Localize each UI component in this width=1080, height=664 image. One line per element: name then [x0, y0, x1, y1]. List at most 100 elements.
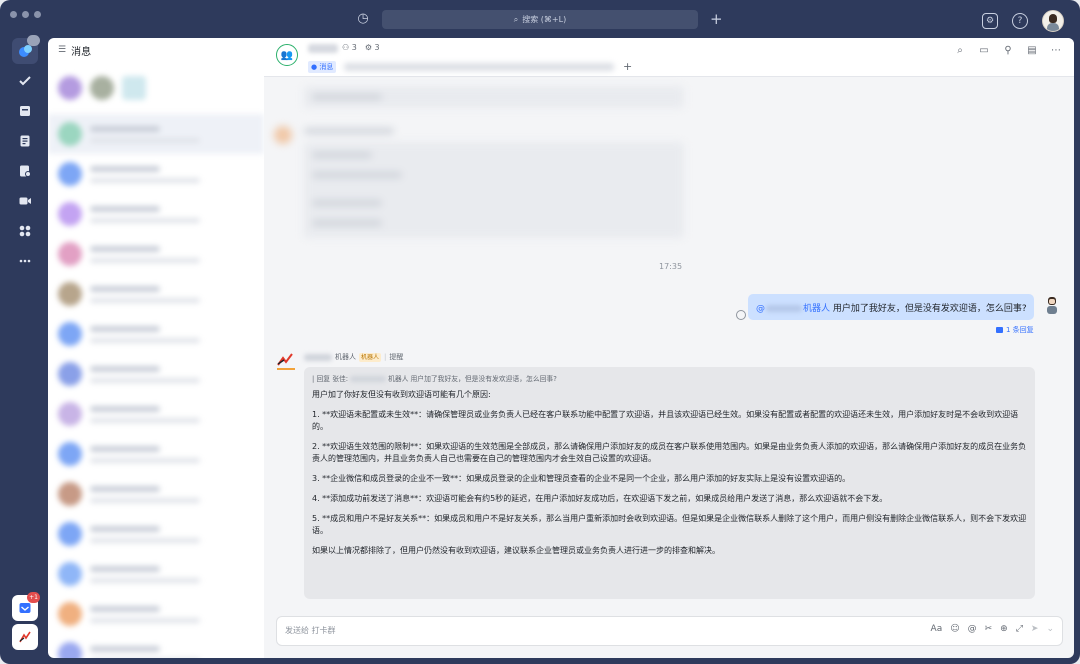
calendar-icon[interactable] — [12, 98, 38, 124]
bot-name-blurred — [304, 353, 332, 361]
search-icon: ⌕ — [513, 14, 519, 24]
add-tab-icon[interactable]: + — [623, 60, 632, 73]
history-messages-blurred — [274, 86, 694, 246]
list-item[interactable] — [48, 154, 264, 194]
avatar — [58, 242, 82, 266]
add-member-icon[interactable]: ⚲ — [1002, 44, 1014, 56]
title-bar: ◷ ⌕ 搜索 (⌘+L) + ⚙ ? — [0, 0, 1080, 38]
mention-icon[interactable]: @ — [968, 624, 977, 634]
plus-icon[interactable]: + — [710, 10, 723, 28]
window-controls — [10, 11, 41, 18]
zoom-window-button[interactable] — [34, 11, 41, 18]
chat-header-tools: ⌕ ▭ ⚲ ▤ ⋯ — [954, 44, 1062, 56]
time-divider: 17:35 — [659, 262, 683, 271]
left-rail: +1 — [6, 35, 44, 658]
text-format-icon[interactable]: Aa — [931, 624, 943, 634]
list-item[interactable] — [48, 234, 264, 274]
search-chat-icon[interactable]: ⌕ — [954, 44, 966, 56]
clock-history-icon[interactable]: ◷ — [356, 12, 370, 26]
input-toolbar: Aa ☺ @ ✂ ⊕ ⤢ ➤ ⌄ — [931, 624, 1054, 634]
avatar — [122, 76, 146, 100]
list-item[interactable] — [48, 354, 264, 394]
list-item[interactable] — [48, 194, 264, 234]
docs-icon[interactable] — [12, 128, 38, 154]
apps-icon[interactable] — [12, 218, 38, 244]
list-item[interactable] — [48, 114, 264, 154]
pinned-row[interactable] — [48, 62, 264, 114]
quoted-reply[interactable]: | 回复 张佳: 机器人 用户加了我好友，但是没有发欢迎语，怎么回事? — [312, 373, 1027, 385]
emoji-icon[interactable]: ☺ — [950, 624, 959, 634]
avatar — [58, 362, 82, 386]
avatar — [58, 202, 82, 226]
group-meta: ⚇ 3 ⚙ 3 — [342, 43, 380, 52]
approval-icon[interactable] — [12, 158, 38, 184]
tabs-blurred — [344, 63, 614, 71]
list-item[interactable] — [48, 434, 264, 474]
video-icon[interactable] — [12, 188, 38, 214]
bot-count[interactable]: ⚙ 3 — [365, 43, 380, 52]
app-window: ◷ ⌕ 搜索 (⌘+L) + ⚙ ? +1 ☰ 消息 👥 ⚇ 3 ⚙ 3 ● 消… — [0, 0, 1080, 664]
reply-point: 1. **欢迎语未配置或未生效**：请确保管理员或业务负责人已经在客户联系功能中… — [312, 410, 1019, 431]
reply-point: 4. **添加成功前发送了消息**：欢迎语可能会有约5秒的延迟，在用户添加好友成… — [312, 494, 888, 503]
reply-count-link[interactable]: 1 条回复 — [996, 325, 1034, 335]
avatar — [58, 162, 82, 186]
avatar — [58, 482, 82, 506]
user-avatar[interactable] — [1042, 10, 1064, 32]
chat-list-title: 消息 — [71, 46, 92, 58]
message-input[interactable]: 发送给 打卡群 Aa ☺ @ ✂ ⊕ ⤢ ➤ ⌄ — [276, 616, 1063, 646]
group-avatar-icon[interactable]: 👥 — [276, 44, 298, 66]
my-avatar[interactable] — [1044, 296, 1060, 314]
list-item[interactable] — [48, 554, 264, 594]
add-attachment-icon[interactable]: ⊕ — [1000, 624, 1008, 634]
global-search-bar[interactable]: ⌕ 搜索 (⌘+L) — [382, 10, 698, 29]
list-item[interactable] — [48, 314, 264, 354]
chat-list-blurred — [48, 62, 264, 658]
avatar — [58, 522, 82, 546]
close-window-button[interactable] — [10, 11, 17, 18]
help-icon[interactable]: ? — [1012, 13, 1028, 29]
member-count[interactable]: ⚇ 3 — [342, 43, 357, 52]
avatar — [58, 442, 82, 466]
list-item[interactable] — [48, 394, 264, 434]
bot-avatar[interactable] — [276, 352, 296, 372]
bot-icon: ⚙ — [364, 43, 372, 52]
list-item[interactable] — [48, 634, 264, 658]
more-icon[interactable] — [12, 248, 38, 274]
send-options-chevron-icon[interactable]: ⌄ — [1046, 624, 1054, 634]
bot-reply-card[interactable]: | 回复 张佳: 机器人 用户加了我好友，但是没有发欢迎语，怎么回事? 用户加了… — [304, 367, 1035, 599]
list-item[interactable] — [48, 474, 264, 514]
my-message-bubble[interactable]: @ 机器人 用户加了我好友，但是没有发欢迎语，怎么回事? — [748, 294, 1034, 320]
tab-messages[interactable]: ● 消息 — [308, 61, 337, 73]
avatar — [90, 76, 114, 100]
chat-icon[interactable] — [12, 35, 40, 64]
avatar — [58, 282, 82, 306]
filter-icon[interactable]: ☰ — [58, 45, 66, 55]
read-status-icon — [736, 310, 746, 320]
chat-panel: 👥 ⚇ 3 ⚙ 3 ● 消息 + ⌕ ▭ ⚲ ▤ ⋯ 17:35 @ 机器人 用… — [264, 38, 1074, 658]
screenshot-scissors-icon[interactable]: ✂ — [985, 624, 993, 634]
avatar — [58, 642, 82, 658]
reply-point: 2. **欢迎语生效范围的限制**：如果欢迎语的生效范围是全部成员，那么请确保用… — [312, 442, 1027, 463]
group-name-blurred — [308, 44, 338, 53]
bot-tag: 机器人 — [359, 352, 382, 362]
list-item[interactable] — [48, 274, 264, 314]
remind-link[interactable]: 提醒 — [389, 352, 403, 362]
side-panel-icon[interactable]: ▤ — [1026, 44, 1038, 56]
list-item[interactable] — [48, 594, 264, 634]
reply-thread-icon — [996, 327, 1003, 333]
screen-settings-icon[interactable]: ⚙ — [982, 13, 998, 29]
list-item[interactable] — [48, 514, 264, 554]
expand-editor-icon[interactable]: ⤢ — [1016, 624, 1023, 634]
titlebar-tools: ⚙ ? — [982, 10, 1064, 32]
more-options-icon[interactable]: ⋯ — [1050, 44, 1062, 56]
check-icon[interactable] — [12, 68, 38, 94]
reply-intro: 用户加了你好友但没有收到欢迎语可能有几个原因: — [312, 390, 491, 399]
workspace-logo-icon[interactable] — [12, 624, 38, 650]
send-icon[interactable]: ➤ — [1031, 624, 1039, 634]
minimize-window-button[interactable] — [22, 11, 29, 18]
avatar — [58, 562, 82, 586]
video-call-icon[interactable]: ▭ — [978, 44, 990, 56]
members-icon: ⚇ — [342, 43, 350, 52]
bot-mention[interactable]: @ 机器人 — [756, 301, 830, 314]
inbox-app-icon[interactable]: +1 — [12, 592, 40, 621]
